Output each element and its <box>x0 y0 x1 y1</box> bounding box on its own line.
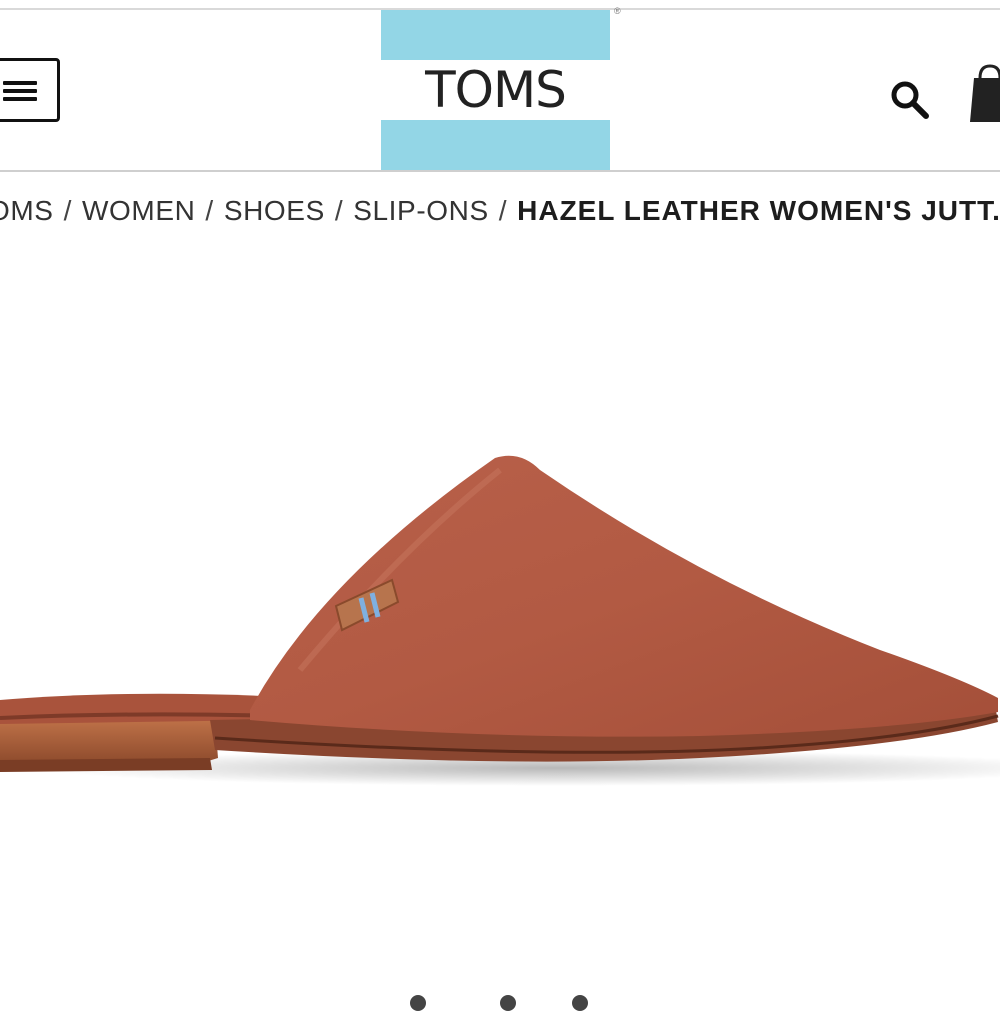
breadcrumb-separator: / <box>63 195 72 226</box>
shoe-heel <box>0 718 218 764</box>
carousel-dot-icon[interactable] <box>572 995 588 1011</box>
breadcrumb-link-shoes[interactable]: SHOES <box>224 195 325 226</box>
carousel-dot-icon[interactable] <box>410 995 426 1011</box>
logo-stripe-top <box>381 10 610 60</box>
toms-logo[interactable]: TOMS ® <box>381 6 621 170</box>
logo-wordmark: TOMS <box>381 60 610 120</box>
site-header: TOMS ® <box>0 6 1000 172</box>
breadcrumb-link-slip-ons[interactable]: SLIP-ONS <box>353 195 489 226</box>
breadcrumb-separator: / <box>205 195 214 226</box>
product-image[interactable] <box>0 250 1000 970</box>
carousel-dot-icon[interactable] <box>500 995 516 1011</box>
logo-stripe-bottom <box>381 120 610 170</box>
carousel-dots <box>400 990 620 1011</box>
shopping-bag-icon[interactable] <box>968 62 1000 126</box>
shoe-heel-base <box>0 758 212 772</box>
registered-mark: ® <box>614 6 621 16</box>
search-icon[interactable] <box>888 78 932 122</box>
breadcrumb-current-page: HAZEL LEATHER WOMEN'S JUTT... <box>517 195 1000 226</box>
hamburger-menu-icon-bar <box>3 81 37 85</box>
shoe-insole <box>0 693 275 724</box>
breadcrumb-separator: / <box>498 195 508 226</box>
hamburger-menu-icon-bar <box>3 97 37 101</box>
breadcrumb-link-home[interactable]: OMS <box>0 195 54 226</box>
hamburger-menu-icon-bar <box>3 89 37 93</box>
breadcrumb: OMS / WOMEN / SHOES / SLIP-ONS / HAZEL LEATHER W… <box>0 195 1000 227</box>
menu-button[interactable] <box>0 58 60 122</box>
breadcrumb-separator: / <box>334 195 344 226</box>
breadcrumb-link-women[interactable]: WOMEN <box>82 195 195 226</box>
